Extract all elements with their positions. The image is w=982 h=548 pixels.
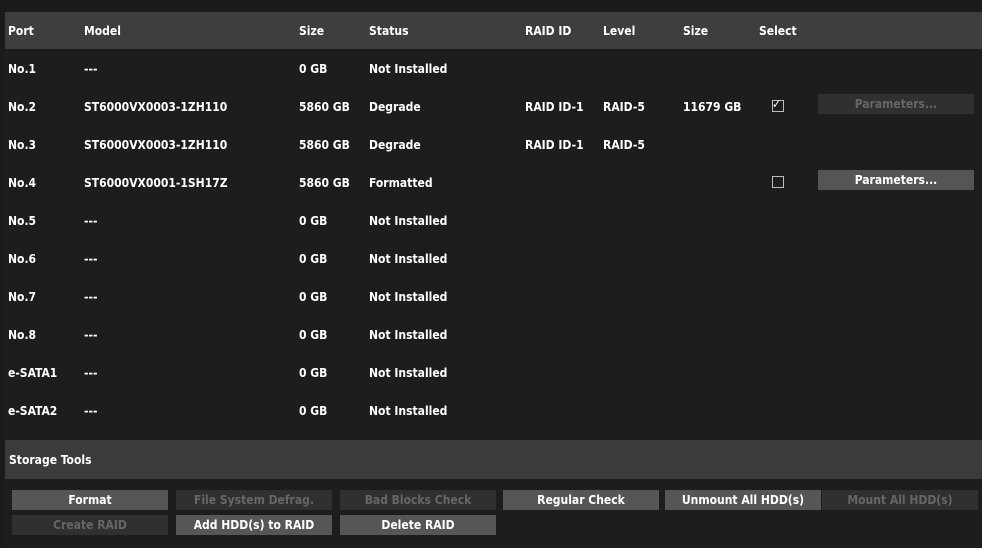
cell-size: 5860 GB (299, 100, 350, 114)
cell-port: No.8 (8, 328, 37, 342)
cell-port: e-SATA2 (8, 404, 58, 418)
cell-status: Not Installed (369, 62, 448, 76)
cell-status: Not Installed (369, 328, 448, 342)
cell-port: No.4 (8, 176, 37, 190)
cell-port: No.5 (8, 214, 37, 228)
cell-model: --- (84, 290, 98, 304)
cell-model: ST6000VX0001-1SH17Z (84, 176, 228, 190)
parameters-button[interactable]: Parameters... (818, 94, 974, 114)
cell-status: Not Installed (369, 404, 448, 418)
cell-status: Not Installed (369, 366, 448, 380)
cell-size: 0 GB (299, 328, 328, 342)
cell-model: --- (84, 62, 98, 76)
cell-size: 0 GB (299, 366, 328, 380)
format-button[interactable]: Format (12, 490, 168, 510)
select-checkbox[interactable] (772, 176, 784, 188)
cell-raid-size: 11679 GB (683, 100, 742, 114)
header-model: Model (84, 24, 121, 38)
select-checkbox[interactable]: ✓ (772, 97, 784, 112)
table-row[interactable]: No.1 --- 0 GB Not Installed (5, 51, 982, 89)
cell-size: 0 GB (299, 214, 328, 228)
hdd-manager-panel: Port Model Size Status RAID ID Level Siz… (5, 12, 982, 548)
cell-size: 0 GB (299, 404, 328, 418)
cell-size: 0 GB (299, 62, 328, 76)
cell-model: ST6000VX0003-1ZH110 (84, 138, 228, 152)
cell-status: Degrade (369, 138, 421, 152)
cell-port: e-SATA1 (8, 366, 58, 380)
cell-raid-id: RAID ID-1 (525, 138, 584, 152)
cell-model: --- (84, 252, 98, 266)
header-status: Status (369, 24, 409, 38)
header-port: Port (8, 24, 34, 38)
unmount-all-hdd-button[interactable]: Unmount All HDD(s) (665, 490, 821, 510)
cell-model: --- (84, 328, 98, 342)
cell-port: No.1 (8, 62, 37, 76)
cell-model: --- (84, 214, 98, 228)
header-size: Size (299, 24, 325, 38)
mount-all-hdd-button[interactable]: Mount All HDD(s) (822, 490, 978, 510)
cell-port: No.2 (8, 100, 37, 114)
delete-raid-button[interactable]: Delete RAID (340, 515, 496, 535)
table-row[interactable]: No.2 ST6000VX0003-1ZH110 5860 GB Degrade… (5, 89, 982, 127)
cell-status: Not Installed (369, 214, 448, 228)
cell-level: RAID-5 (603, 138, 645, 152)
cell-port: No.6 (8, 252, 37, 266)
table-header: Port Model Size Status RAID ID Level Siz… (5, 12, 982, 49)
cell-size: 0 GB (299, 290, 328, 304)
table-row[interactable]: e-SATA2 --- 0 GB Not Installed (5, 393, 982, 431)
cell-raid-id: RAID ID-1 (525, 100, 584, 114)
storage-tools-title: Storage Tools (9, 453, 92, 467)
cell-status: Not Installed (369, 290, 448, 304)
table-row[interactable]: No.6 --- 0 GB Not Installed (5, 241, 982, 279)
table-row[interactable]: No.5 --- 0 GB Not Installed (5, 203, 982, 241)
cell-size: 5860 GB (299, 138, 350, 152)
cell-level: RAID-5 (603, 100, 645, 114)
cell-model: --- (84, 366, 98, 380)
cell-port: No.7 (8, 290, 37, 304)
table-row[interactable]: e-SATA1 --- 0 GB Not Installed (5, 355, 982, 393)
header-level: Level (603, 24, 636, 38)
cell-size: 0 GB (299, 252, 328, 266)
storage-tools-header: Storage Tools (5, 440, 982, 479)
create-raid-button[interactable]: Create RAID (12, 515, 168, 535)
bad-blocks-check-button[interactable]: Bad Blocks Check (340, 490, 496, 510)
cell-model: --- (84, 404, 98, 418)
parameters-button[interactable]: Parameters... (818, 170, 974, 190)
cell-port: No.3 (8, 138, 37, 152)
cell-status: Formatted (369, 176, 433, 190)
cell-model: ST6000VX0003-1ZH110 (84, 100, 228, 114)
add-hdd-to-raid-button[interactable]: Add HDD(s) to RAID (176, 515, 332, 535)
table-row[interactable]: No.7 --- 0 GB Not Installed (5, 279, 982, 317)
table-row[interactable]: No.4 ST6000VX0001-1SH17Z 5860 GB Formatt… (5, 165, 982, 203)
cell-status: Not Installed (369, 252, 448, 266)
header-raid-id: RAID ID (525, 24, 572, 38)
file-system-defrag-button[interactable]: File System Defrag. (176, 490, 332, 510)
header-raid-size: Size (683, 24, 709, 38)
header-select: Select (759, 24, 797, 38)
cell-size: 5860 GB (299, 176, 350, 190)
table-row[interactable]: No.3 ST6000VX0003-1ZH110 5860 GB Degrade… (5, 127, 982, 165)
cell-status: Degrade (369, 100, 421, 114)
checkmark-icon: ✓ (772, 97, 782, 111)
table-row[interactable]: No.8 --- 0 GB Not Installed (5, 317, 982, 355)
regular-check-button[interactable]: Regular Check (503, 490, 659, 510)
